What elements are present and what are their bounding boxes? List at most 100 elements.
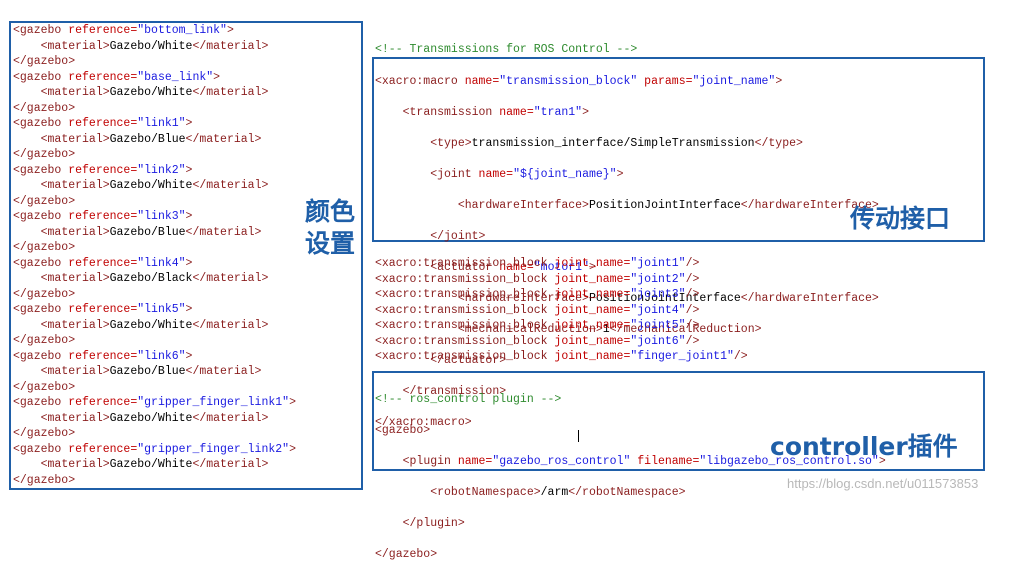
material-value: Gazebo/Blue bbox=[109, 365, 186, 378]
gazebo-close-bracket: > bbox=[213, 70, 221, 84]
material-close-tag: </material> bbox=[185, 225, 262, 239]
plugin-end-tag: </plugin> bbox=[402, 516, 465, 530]
transmission-close-bracket: > bbox=[582, 105, 589, 119]
gazebo-close-bracket: > bbox=[185, 117, 193, 130]
reference-value: "gripper_finger_link2" bbox=[137, 442, 290, 456]
joint-open-line: <joint name="${joint_name}"> bbox=[375, 167, 879, 183]
gazebo-tag: <gazebo bbox=[13, 117, 62, 130]
call-tag: <xacro:transmission_block bbox=[375, 319, 548, 332]
gazebo-open-line: <gazebo reference="link2"> bbox=[13, 163, 296, 179]
macro-open-line: <xacro:macro name="transmission_block" p… bbox=[375, 74, 879, 90]
gazebo-close-line: </gazebo> bbox=[13, 194, 296, 210]
gazebo-end-tag: </gazebo> bbox=[13, 194, 76, 208]
reference-value: "link5" bbox=[137, 303, 186, 316]
call-joint-value: "joint1" bbox=[630, 257, 686, 270]
call-close: /> bbox=[685, 303, 700, 317]
gazebo-end-tag: </gazebo> bbox=[13, 241, 76, 254]
gazebo-close-bracket: > bbox=[289, 396, 296, 409]
joint-name-value: "${joint_name}" bbox=[513, 167, 617, 181]
call-tag: <xacro:transmission_block bbox=[375, 272, 548, 286]
reference-attr: reference= bbox=[61, 256, 138, 270]
material-line: <material>Gazebo/White</material> bbox=[13, 457, 296, 473]
plugin-comment-line: <!-- ros_control plugin --> bbox=[375, 392, 886, 408]
gazebo-end-tag: </gazebo> bbox=[13, 148, 76, 161]
gazebo-close-line: </gazebo> bbox=[375, 547, 886, 563]
material-open-tag: <material> bbox=[40, 132, 110, 146]
reference-value: "link1" bbox=[137, 117, 186, 130]
reference-value: "link2" bbox=[137, 163, 186, 177]
call-close: /> bbox=[685, 334, 700, 348]
material-close-tag: </material> bbox=[192, 86, 269, 99]
call-joint-attr: joint_name= bbox=[547, 350, 631, 363]
material-value: Gazebo/White bbox=[109, 39, 193, 53]
act-hw-close-tag: </hardwareInterface> bbox=[740, 291, 879, 305]
plugin-name-attr: name= bbox=[450, 454, 493, 468]
gazebo-close-bracket: > bbox=[185, 349, 193, 363]
macro-params-attr: params= bbox=[637, 74, 693, 88]
gazebo-tag: <gazebo bbox=[13, 210, 62, 223]
gazebo-close-bracket: > bbox=[185, 303, 193, 316]
reference-attr: reference= bbox=[61, 24, 138, 37]
transmission-comment: <!-- Transmissions for ROS Control --> bbox=[375, 43, 638, 56]
call-joint-attr: joint_name= bbox=[547, 288, 631, 301]
reference-value: "base_link" bbox=[137, 70, 214, 84]
color-settings-label-line2: 设置 bbox=[305, 229, 356, 258]
reference-attr: reference= bbox=[61, 70, 138, 84]
gazebo-open-line: <gazebo reference="link1"> bbox=[13, 116, 296, 132]
call-joint-attr: joint_name= bbox=[547, 257, 631, 270]
gazebo-close-line: </gazebo> bbox=[13, 333, 296, 349]
plugin-filename-attr: filename= bbox=[630, 454, 700, 468]
watermark: https://blog.csdn.net/u011573853 bbox=[787, 476, 979, 491]
material-open-tag: <material> bbox=[40, 225, 110, 239]
reference-attr: reference= bbox=[61, 117, 138, 130]
joint-name-attr: name= bbox=[471, 167, 514, 181]
gazebo-open-line: <gazebo reference="link6"> bbox=[13, 349, 296, 365]
gazebo-tag: <gazebo bbox=[13, 70, 62, 84]
reference-value: "gripper_finger_link1" bbox=[137, 396, 290, 409]
ns-close-tag: </robotNamespace> bbox=[568, 485, 686, 499]
gazebo-open-line: <gazebo reference="bottom_link"> bbox=[13, 23, 296, 39]
material-value: Gazebo/White bbox=[109, 179, 193, 192]
material-close-tag: </material> bbox=[185, 365, 262, 378]
plugin-close-line: </plugin> bbox=[375, 516, 886, 532]
transmission-call-line: <xacro:transmission_block joint_name="jo… bbox=[375, 334, 748, 350]
type-open-tag: <type> bbox=[430, 136, 472, 150]
call-close: /> bbox=[685, 257, 700, 270]
transmission-call-line: <xacro:transmission_block joint_name="jo… bbox=[375, 272, 748, 288]
joint-close-line: </joint> bbox=[375, 229, 879, 245]
transmission-name-attr: name= bbox=[492, 105, 534, 119]
transmission-call-line: <xacro:transmission_block joint_name="fi… bbox=[375, 349, 748, 365]
transmission-call-line: <xacro:transmission_block joint_name="jo… bbox=[375, 303, 748, 319]
joint-close-bracket: > bbox=[616, 167, 624, 181]
call-joint-attr: joint_name= bbox=[547, 303, 631, 317]
call-joint-attr: joint_name= bbox=[547, 334, 631, 348]
reference-value: "link6" bbox=[137, 349, 186, 363]
macro-params-value: "joint_name" bbox=[692, 74, 776, 88]
reference-value: "link3" bbox=[137, 210, 186, 223]
transmission-call-line: <xacro:transmission_block joint_name="jo… bbox=[375, 318, 748, 334]
plugin-gazebo-open-tag: <gazebo> bbox=[375, 423, 431, 437]
reference-value: "link4" bbox=[137, 256, 186, 270]
gazebo-open-line: <gazebo reference="link5"> bbox=[13, 302, 296, 318]
material-close-tag: </material> bbox=[185, 132, 262, 146]
gazebo-close-line: </gazebo> bbox=[13, 54, 296, 70]
gazebo-end-tag: </gazebo> bbox=[13, 473, 76, 487]
material-value: Gazebo/Blue bbox=[109, 132, 186, 146]
call-close: /> bbox=[685, 288, 700, 301]
transmission-call-line: <xacro:transmission_block joint_name="jo… bbox=[375, 287, 748, 303]
gazebo-close-bracket: > bbox=[185, 210, 193, 223]
gazebo-close-line: </gazebo> bbox=[13, 147, 296, 163]
material-open-tag: <material> bbox=[40, 39, 110, 53]
material-open-tag: <material> bbox=[40, 365, 110, 378]
gazebo-close-line: </gazebo> bbox=[13, 473, 296, 489]
material-line: <material>Gazebo/White</material> bbox=[13, 85, 296, 101]
call-tag: <xacro:transmission_block bbox=[375, 350, 548, 363]
material-line: <material>Gazebo/White</material> bbox=[13, 318, 296, 334]
gazebo-open-line: <gazebo reference="gripper_finger_link2"… bbox=[13, 442, 296, 458]
type-text: transmission_interface/SimpleTransmissio… bbox=[471, 136, 755, 150]
material-line: <material>Gazebo/Black</material> bbox=[13, 271, 296, 287]
material-close-tag: </material> bbox=[192, 39, 269, 53]
gazebo-close-line: </gazebo> bbox=[13, 287, 296, 303]
gazebo-tag: <gazebo bbox=[13, 256, 62, 270]
call-joint-value: "joint3" bbox=[630, 288, 686, 301]
